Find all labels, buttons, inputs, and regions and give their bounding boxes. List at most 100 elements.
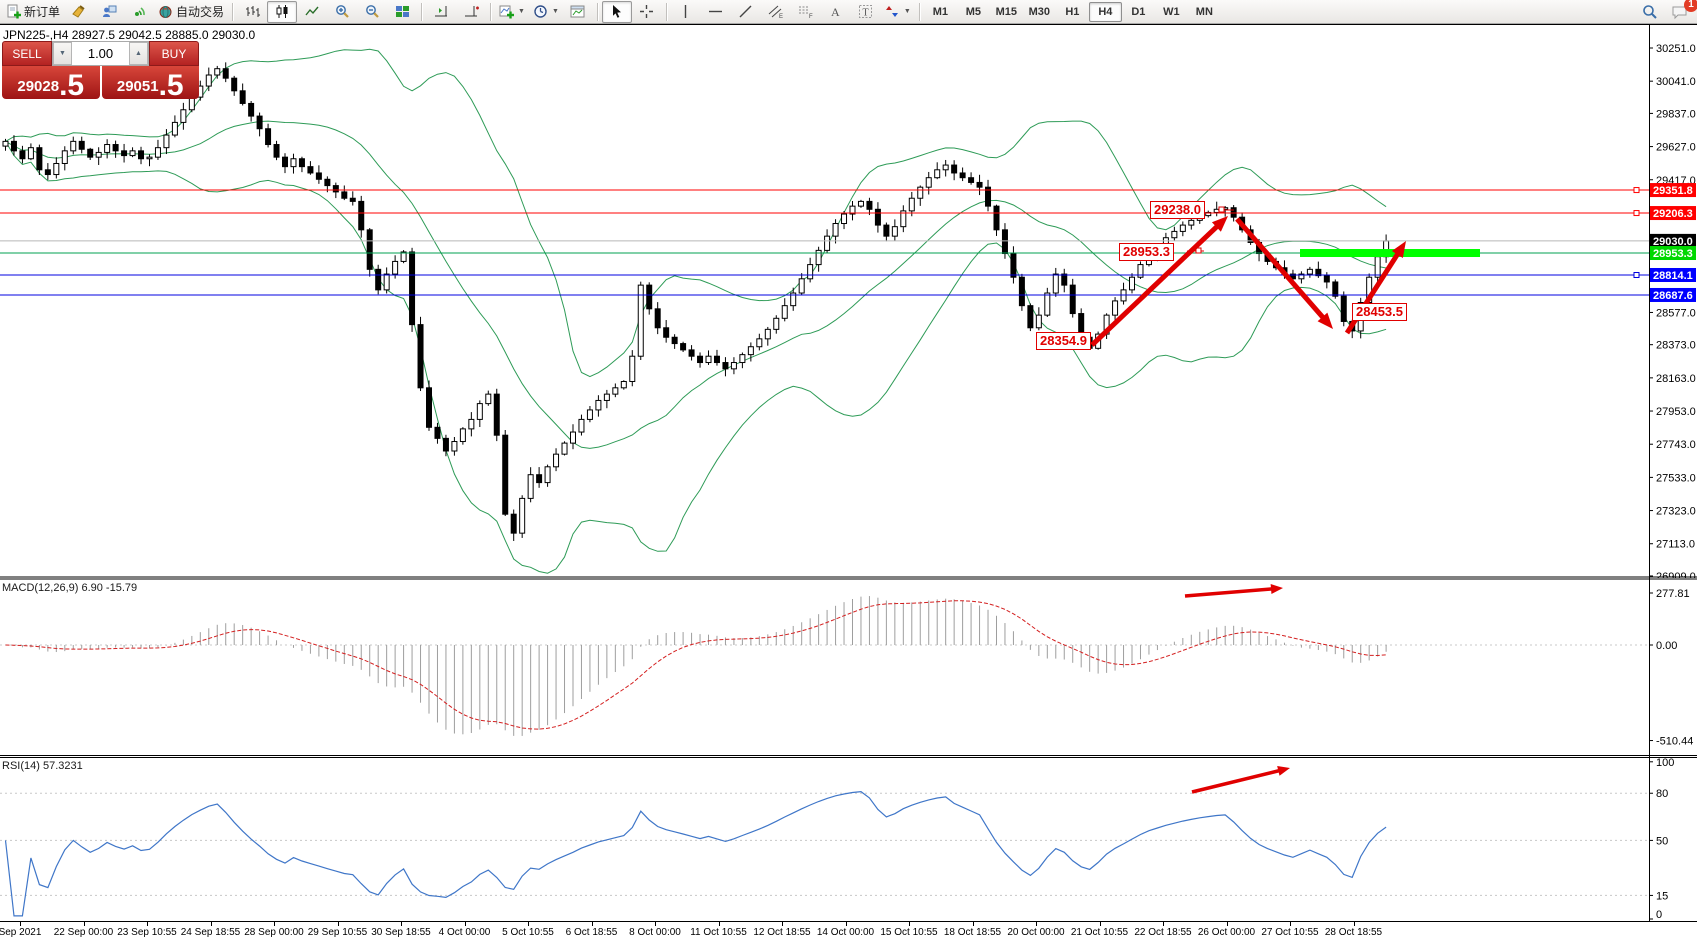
chart-shift-icon [464,4,479,19]
candle [54,163,59,174]
time-axis-tick [1354,922,1355,926]
chart-template-button[interactable] [563,1,593,23]
time-axis-tick [1100,922,1101,926]
notifications-button[interactable]: 1 [1665,1,1695,23]
candle [816,250,821,264]
timeframe-button-m15[interactable]: M15 [990,2,1023,22]
time-axis-tick [782,922,783,926]
line-chart-mode-button[interactable] [297,1,327,23]
macd-axis-tick: 277.81 [1656,588,1690,600]
bar-chart-mode-button[interactable] [237,1,267,23]
rsi-panel[interactable]: 1008050150 [0,757,1697,921]
candle [1130,277,1135,290]
add-indicator-button[interactable]: ▼ [495,1,529,23]
price-annotation-box[interactable]: 28354.9 [1036,332,1091,350]
timeframe-button-h1[interactable]: H1 [1056,2,1089,22]
buy-price-display[interactable]: 29051.5 [102,66,200,99]
candle [825,236,830,250]
duster-button[interactable] [64,1,94,23]
macd-panel[interactable]: 277.810.00-510.44 [0,578,1697,757]
trendline-button[interactable] [731,1,761,23]
candle [613,388,618,394]
arrows-button[interactable]: ▼ [881,1,915,23]
zoom-out-button[interactable] [357,1,387,23]
candle [1053,274,1058,293]
period-button[interactable]: ▼ [529,1,563,23]
candle [223,69,228,78]
price-annotation-box[interactable]: 29238.0 [1150,201,1205,219]
candle [647,285,652,309]
candle [655,309,660,328]
candle [257,116,262,129]
auto-trading-button[interactable]: 自动交易 [154,1,228,23]
time-axis-tick [84,922,85,926]
candle [740,355,745,363]
buy-button[interactable]: BUY [149,41,199,66]
candle [892,227,897,236]
zoom-in-button[interactable] [327,1,357,23]
crosshair-button[interactable] [632,1,662,23]
timeframe-button-d1[interactable]: D1 [1122,2,1155,22]
svg-text:E: E [779,14,783,19]
cursor-button[interactable] [602,1,632,23]
timeframe-button-m30[interactable]: M30 [1023,2,1056,22]
candle [291,159,296,167]
chart-shift-button[interactable] [456,1,486,23]
text-label-button[interactable]: T [851,1,881,23]
horizontal-line-button[interactable] [701,1,731,23]
timeframe-button-mn[interactable]: MN [1188,2,1221,22]
candle [147,157,152,159]
rsi-label: RSI(14) 57.3231 [2,760,83,772]
timeframe-button-m5[interactable]: M5 [957,2,990,22]
sell-button[interactable]: SELL [2,41,52,66]
time-axis[interactable]: Sep 202122 Sep 00:0023 Sep 10:5524 Sep 1… [0,921,1697,940]
crosshair-icon [639,4,654,19]
timeframe-button-m1[interactable]: M1 [924,2,957,22]
volume-increase-button[interactable]: ▲ [129,42,148,65]
volume-decrease-button[interactable]: ▼ [53,42,72,65]
price-chart[interactable]: 30251.030041.029837.029627.029417.028577… [0,24,1697,578]
timeframe-button-h4[interactable]: H4 [1089,2,1122,22]
one-click-trading-panel: SELL ▼ 1.00 ▲ BUY 29028.5 29051.5 [2,41,199,99]
time-axis-tick [338,922,339,926]
tile-windows-button[interactable] [387,1,417,23]
vertical-line-button[interactable] [671,1,701,23]
candle [833,224,838,237]
candle [554,454,559,467]
price-annotation-box[interactable]: 28453.5 [1352,303,1407,321]
volume-value[interactable]: 1.00 [72,42,129,65]
timeframe-button-w1[interactable]: W1 [1155,2,1188,22]
line-handle[interactable] [1634,188,1639,193]
new-order-icon [6,4,21,19]
text-button[interactable]: A [821,1,851,23]
candle [240,91,245,104]
green-highlight-bar[interactable] [1300,249,1480,257]
candle [486,394,491,403]
price-annotation-box[interactable]: 28953.3 [1119,243,1174,261]
line-handle[interactable] [1634,272,1639,277]
tile-windows-icon [395,4,410,19]
profile-button[interactable] [94,1,124,23]
line-handle[interactable] [1634,211,1639,216]
signal-button[interactable] [124,1,154,23]
candle [469,419,474,428]
channel-button[interactable]: E [761,1,791,23]
candle [249,103,254,116]
price-axis-label: 28953.3 [1653,248,1693,260]
candle [172,122,177,135]
sell-price-display[interactable]: 29028.5 [2,66,100,99]
price-axis-tick: 29837.0 [1656,108,1696,120]
text-icon: A [828,4,843,19]
candle [418,325,423,388]
candle [1028,306,1033,328]
fibonacci-button[interactable]: F [791,1,821,23]
auto-scroll-button[interactable] [426,1,456,23]
search-button[interactable] [1635,1,1665,23]
candle [215,69,220,75]
time-axis-tick [1036,922,1037,926]
candlestick-chart-mode-button[interactable] [267,1,297,23]
new-order-button[interactable]: 新订单 [2,1,64,23]
candle [630,356,635,381]
add-indicator-icon [499,4,514,19]
signal-icon [132,4,147,19]
